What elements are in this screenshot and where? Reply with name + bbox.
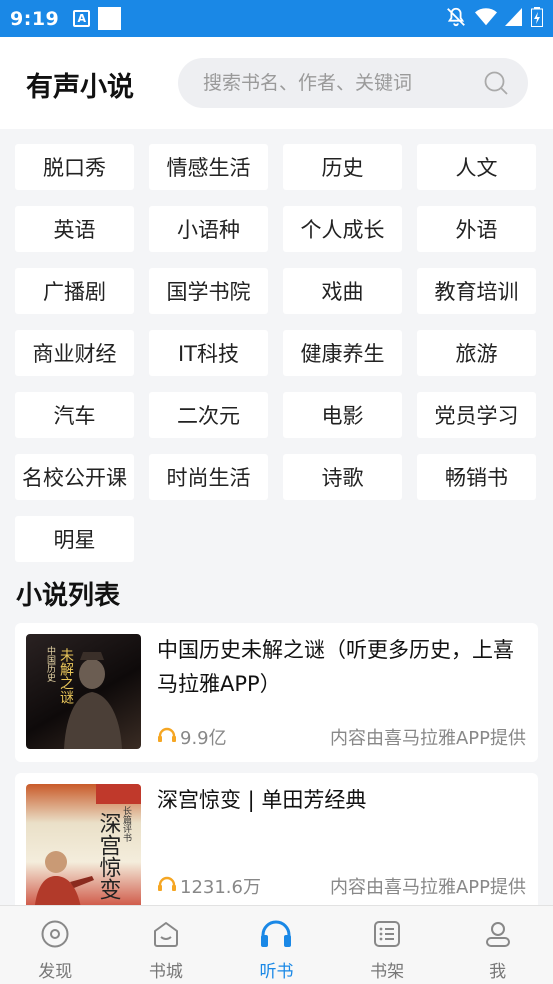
search-bar[interactable] [178,58,528,108]
category-button[interactable]: 时尚生活 [149,454,268,500]
tab-bookstore[interactable]: 书城 [111,906,222,984]
cover-text: 长篇评书 [121,805,132,843]
category-button[interactable]: 人文 [417,144,536,190]
header: 有声小说 [0,37,553,129]
category-button[interactable]: 个人成长 [283,206,402,252]
category-button[interactable]: 外语 [417,206,536,252]
category-button[interactable]: 明星 [15,516,134,562]
category-button[interactable]: 诗歌 [283,454,402,500]
bookstore-icon [149,917,183,951]
bottom-tab-bar: 发现 书城 听书 书架 我 [0,905,553,984]
play-count: 9.9亿 [157,724,227,750]
battery-icon [531,6,543,31]
category-button[interactable]: 旅游 [417,330,536,376]
headphones-icon [157,727,177,748]
category-button[interactable]: 健康养生 [283,330,402,376]
category-button[interactable]: 小语种 [149,206,268,252]
headphones-icon [157,876,177,897]
cover-text: 深宫惊变 [96,812,122,900]
tab-label: 听书 [259,962,294,982]
play-count-value: 1231.6万 [180,877,261,898]
category-button[interactable]: 畅销书 [417,454,536,500]
tab-label: 书城 [148,962,183,982]
category-grid: 脱口秀 情感生活 历史 人文 英语 小语种 个人成长 外语 广播剧 国学书院 戏… [15,144,538,562]
category-button[interactable]: 脱口秀 [15,144,134,190]
novel-title: 深宫惊变 | 单田芳经典 [157,788,367,812]
category-button[interactable]: 英语 [15,206,134,252]
headphones-icon [259,917,293,951]
novel-card[interactable]: 中国历史 未解之谜 中国历史未解之谜（听更多历史，上喜马拉雅APP） 9.9亿 … [15,623,538,762]
wifi-icon [475,7,497,31]
compass-icon [38,917,72,951]
book-cover-image: 中国历史 未解之谜 [26,634,141,749]
page-title: 有声小说 [26,72,134,103]
category-button[interactable]: 国学书院 [149,268,268,314]
status-bar: 9:19 A [0,0,553,37]
category-button[interactable]: 汽车 [15,392,134,438]
status-time: 9:19 [10,7,60,30]
category-button[interactable]: 党员学习 [417,392,536,438]
category-button[interactable]: 教育培训 [417,268,536,314]
play-count: 1231.6万 [157,873,261,899]
provider-text: 内容由喜马拉雅APP提供 [329,877,526,898]
novel-card[interactable]: 长篇评书 深宫惊变 深宫惊变 | 单田芳经典 1231.6万 内容由喜马拉雅AP… [15,773,538,905]
section-title: 小说列表 [16,581,121,611]
tab-label: 我 [489,962,507,982]
category-button[interactable]: 历史 [283,144,402,190]
book-cover-image: 长篇评书 深宫惊变 [26,784,141,905]
tab-me[interactable]: 我 [442,906,553,984]
category-button[interactable]: 广播剧 [15,268,134,314]
category-button[interactable]: 二次元 [149,392,268,438]
play-count-value: 9.9亿 [180,728,227,749]
signal-icon [505,7,523,30]
category-button[interactable]: 名校公开课 [15,454,134,500]
search-input[interactable] [203,72,482,94]
tab-label: 书架 [370,962,405,982]
square-notification-icon [98,7,122,30]
list-icon [370,917,404,951]
cover-text: 未解之谜 [58,648,74,705]
tab-listen[interactable]: 听书 [221,906,332,984]
novel-title: 中国历史未解之谜（听更多历史，上喜马拉雅APP） [157,638,514,696]
tab-label: 发现 [38,962,73,982]
a-notification-icon: A [73,10,91,27]
category-button[interactable]: 戏曲 [283,268,402,314]
cover-text: 中国历史 [45,645,56,683]
user-icon [481,917,515,951]
notifications-off-icon [445,6,467,32]
novel-meta: 9.9亿 内容由喜马拉雅APP提供 [157,724,526,750]
provider-text: 内容由喜马拉雅APP提供 [329,728,526,749]
search-icon[interactable] [482,69,510,97]
category-button[interactable]: 电影 [283,392,402,438]
tab-discover[interactable]: 发现 [0,906,111,984]
category-button[interactable]: IT科技 [149,330,268,376]
category-button[interactable]: 情感生活 [149,144,268,190]
novel-meta: 1231.6万 内容由喜马拉雅APP提供 [157,873,526,899]
category-button[interactable]: 商业财经 [15,330,134,376]
tab-bookshelf[interactable]: 书架 [332,906,443,984]
